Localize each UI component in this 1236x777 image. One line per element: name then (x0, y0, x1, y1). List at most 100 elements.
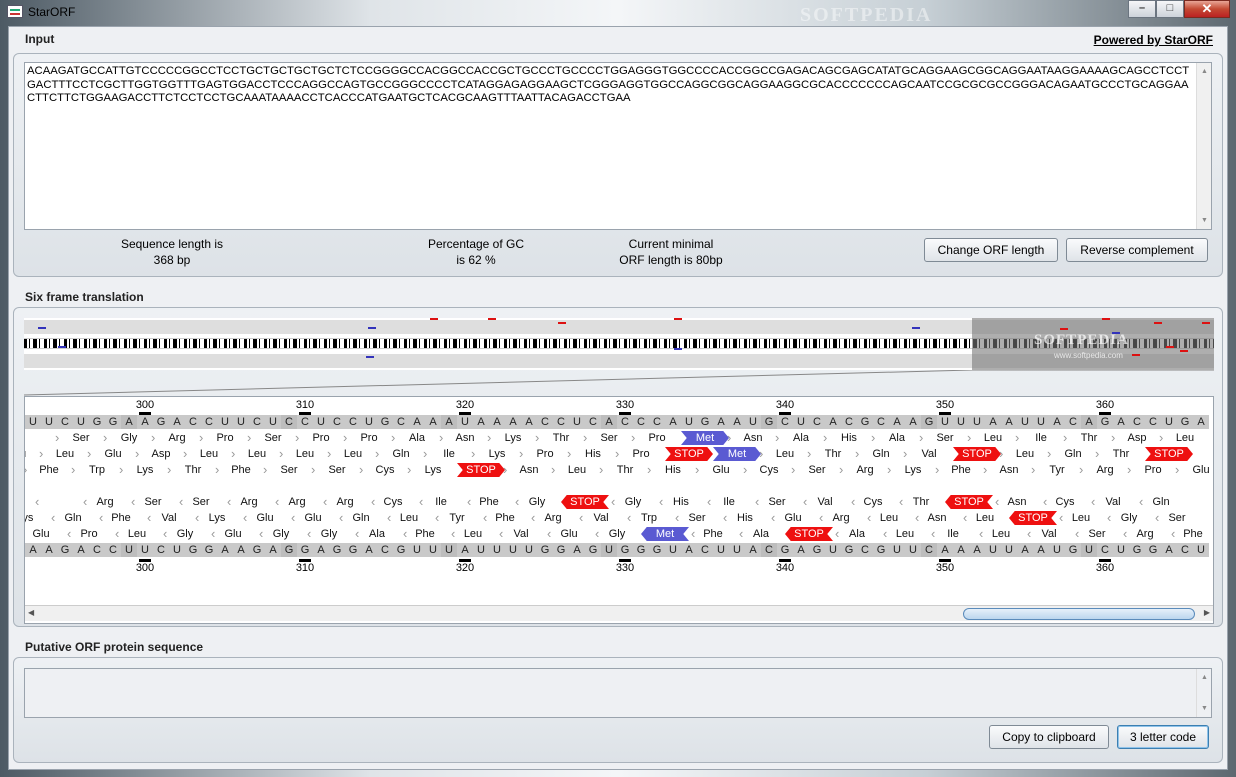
amino-acid[interactable]: Glu (1177, 463, 1213, 477)
amino-acid[interactable]: Ser (585, 431, 633, 445)
amino-acid[interactable]: Asn (505, 463, 553, 477)
amino-acid[interactable]: Arg (273, 495, 321, 509)
amino-acid[interactable]: His (649, 463, 697, 477)
amino-acid[interactable]: Cys (849, 495, 897, 509)
amino-acid[interactable]: Trp (625, 511, 673, 525)
amino-acid[interactable]: Leu (865, 511, 913, 525)
amino-acid[interactable]: Val (577, 511, 625, 525)
amino-acid[interactable]: Pro (297, 431, 345, 445)
amino-acid[interactable]: Ser (793, 463, 841, 477)
amino-acid[interactable]: Ser (313, 463, 361, 477)
close-button[interactable]: ✕ (1184, 0, 1230, 18)
amino-acid[interactable]: Tyr (1033, 463, 1081, 477)
amino-acid[interactable]: Tyr (433, 511, 481, 525)
amino-acid[interactable]: Ala (873, 431, 921, 445)
amino-acid[interactable]: Lys (473, 447, 521, 461)
six-frame-view[interactable]: 300 310 320 330 340 350 360 UUCUGGAAGACCUUCUCC… (24, 396, 1214, 624)
amino-acid[interactable]: Ile (1017, 431, 1065, 445)
horizontal-scrollbar[interactable]: ◀ ▶ (25, 605, 1213, 621)
amino-acid[interactable]: Glu (545, 527, 593, 541)
amino-acid[interactable]: Ile (425, 447, 473, 461)
amino-acid[interactable]: Leu (385, 511, 433, 525)
sequence-input[interactable]: ACAAGATGCCATTGTCCCCCGGCCTCCTGCTGCTGCTGCT… (24, 62, 1212, 230)
amino-acid[interactable]: Thr (1097, 447, 1145, 461)
amino-acid[interactable]: Ile (705, 495, 753, 509)
amino-acid[interactable]: Ser (129, 495, 177, 509)
amino-acid[interactable]: Glu (289, 511, 337, 525)
change-orf-length-button[interactable]: Change ORF length (924, 238, 1058, 262)
three-letter-code-button[interactable]: 3 letter code (1117, 725, 1209, 749)
amino-acid[interactable]: Lys (409, 463, 457, 477)
amino-acid[interactable]: Asp (1113, 431, 1161, 445)
amino-acid[interactable]: Lys (25, 511, 49, 525)
amino-acid[interactable]: Pro (65, 527, 113, 541)
stop-codon[interactable]: STOP (1009, 511, 1057, 525)
amino-acid[interactable]: Gly (305, 527, 353, 541)
amino-acid[interactable]: Gly (593, 527, 641, 541)
amino-acid[interactable]: Phe (937, 463, 985, 477)
amino-acid[interactable]: Val (145, 511, 193, 525)
amino-acid[interactable]: Pro (617, 447, 665, 461)
amino-acid[interactable]: Val (1025, 527, 1073, 541)
amino-acid[interactable]: Arg (153, 431, 201, 445)
amino-acid[interactable]: Leu (113, 527, 161, 541)
amino-acid[interactable]: Arg (1081, 463, 1129, 477)
amino-acid[interactable]: Ala (833, 527, 881, 541)
amino-acid[interactable]: Asn (441, 431, 489, 445)
amino-acid[interactable]: Glu (209, 527, 257, 541)
amino-acid[interactable]: Ser (177, 495, 225, 509)
amino-acid[interactable]: Gly (257, 527, 305, 541)
amino-acid[interactable]: Leu (969, 431, 1017, 445)
amino-acid[interactable]: Phe (689, 527, 737, 541)
amino-acid[interactable]: Arg (81, 495, 129, 509)
amino-acid[interactable]: Gln (377, 447, 425, 461)
amino-acid[interactable]: Thr (169, 463, 217, 477)
amino-acid[interactable]: Phe (465, 495, 513, 509)
amino-acid[interactable]: Asn (993, 495, 1041, 509)
amino-acid[interactable]: Cys (1041, 495, 1089, 509)
amino-acid[interactable]: Gly (513, 495, 561, 509)
stop-codon[interactable]: STOP (457, 463, 505, 477)
amino-acid[interactable]: His (657, 495, 705, 509)
amino-acid[interactable]: Arg (1121, 527, 1169, 541)
powered-by-link[interactable]: Powered by StarORF (1094, 33, 1213, 47)
amino-acid[interactable]: Ser (57, 431, 105, 445)
amino-acid[interactable]: Arg (817, 511, 865, 525)
amino-acid[interactable]: Glu (241, 511, 289, 525)
amino-acid[interactable]: Ser (921, 431, 969, 445)
stop-codon[interactable]: STOP (665, 447, 713, 461)
amino-acid[interactable]: Pro (633, 431, 681, 445)
amino-acid[interactable]: Leu (553, 463, 601, 477)
window-titlebar[interactable]: StarORF SOFTPEDIA – □ ✕ (0, 0, 1236, 26)
amino-acid[interactable]: Asp (137, 447, 185, 461)
amino-acid[interactable]: Gln (49, 511, 97, 525)
amino-acid[interactable]: His (721, 511, 769, 525)
amino-acid[interactable]: Leu (449, 527, 497, 541)
amino-acid[interactable]: Thr (1065, 431, 1113, 445)
amino-acid[interactable]: Leu (977, 527, 1025, 541)
amino-acid[interactable]: Gly (609, 495, 657, 509)
amino-acid[interactable]: Val (801, 495, 849, 509)
amino-acid[interactable]: Lys (889, 463, 937, 477)
amino-acid[interactable]: Leu (281, 447, 329, 461)
amino-acid[interactable]: Lys (489, 431, 537, 445)
amino-acid[interactable]: Phe (401, 527, 449, 541)
stop-codon[interactable]: STOP (1145, 447, 1193, 461)
scroll-left-icon[interactable]: ◀ (28, 608, 34, 617)
amino-acid[interactable]: Leu (41, 447, 89, 461)
amino-acid[interactable]: Ala (353, 527, 401, 541)
start-codon[interactable]: Met (641, 527, 689, 541)
protein-output[interactable]: ▲ ▼ (24, 668, 1212, 718)
amino-acid[interactable]: Lys (193, 511, 241, 525)
amino-acid[interactable]: Ala (393, 431, 441, 445)
stop-codon[interactable]: STOP (561, 495, 609, 509)
amino-acid[interactable]: Leu (881, 527, 929, 541)
amino-acid[interactable]: Gln (857, 447, 905, 461)
amino-acid[interactable]: Pro (521, 447, 569, 461)
amino-acid[interactable]: Ser (265, 463, 313, 477)
amino-acid[interactable]: Thr (897, 495, 945, 509)
amino-acid[interactable]: Thr (809, 447, 857, 461)
reverse-complement-button[interactable]: Reverse complement (1066, 238, 1208, 262)
scroll-down-icon[interactable]: ▼ (1201, 702, 1208, 716)
amino-acid[interactable]: Phe (217, 463, 265, 477)
